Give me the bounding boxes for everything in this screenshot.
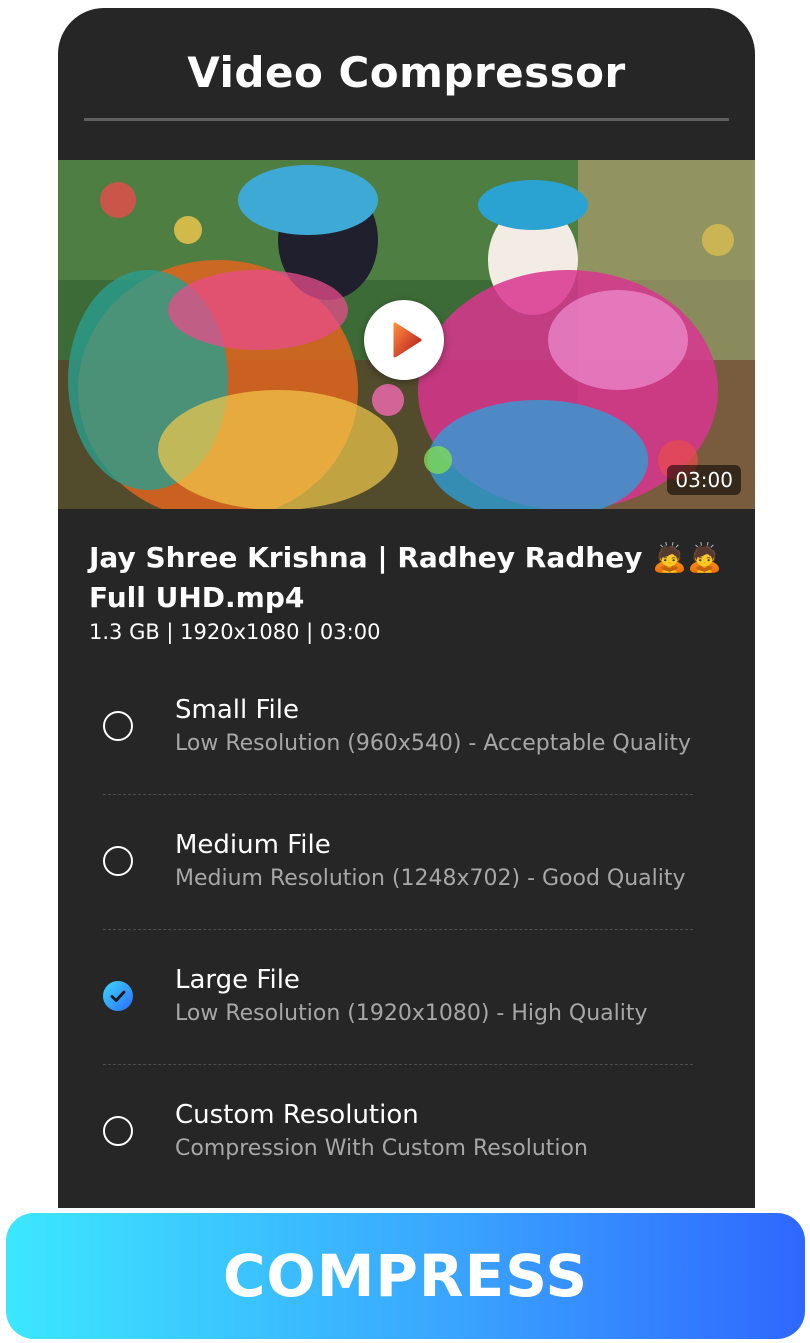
play-icon [393, 322, 422, 358]
compress-button[interactable]: COMPRESS [6, 1213, 805, 1339]
file-meta: 1.3 GB | 1920x1080 | 03:00 [89, 620, 381, 644]
option-medium-file[interactable]: Medium File Medium Resolution (1248x702)… [58, 808, 755, 918]
page-title: Video Compressor [187, 48, 626, 97]
checkmark-icon [110, 990, 126, 1002]
option-subtitle: Low Resolution (1920x1080) - High Qualit… [175, 1001, 648, 1026]
option-title: Medium File [175, 830, 331, 860]
compressor-panel: Video Compressor 03:00 Jay Shree Krishna… [58, 8, 755, 1208]
radio-button-checked[interactable] [103, 981, 133, 1011]
option-divider [103, 794, 693, 795]
option-divider [103, 1064, 693, 1065]
option-title: Large File [175, 965, 300, 995]
option-divider [103, 929, 693, 930]
option-subtitle: Low Resolution (960x540) - Acceptable Qu… [175, 731, 692, 756]
option-small-file[interactable]: Small File Low Resolution (960x540) - Ac… [58, 673, 755, 783]
video-thumbnail[interactable]: 03:00 [58, 160, 755, 509]
option-title: Small File [175, 695, 299, 725]
title-divider [84, 118, 729, 121]
option-subtitle: Compression With Custom Resolution [175, 1136, 588, 1161]
option-custom-resolution[interactable]: Custom Resolution Compression With Custo… [58, 1078, 755, 1188]
file-name: Jay Shree Krishna | Radhey Radhey 🙇🙇 Ful… [89, 541, 722, 614]
radio-button[interactable] [103, 1116, 133, 1146]
radio-button[interactable] [103, 711, 133, 741]
duration-badge: 03:00 [667, 465, 741, 495]
option-subtitle: Medium Resolution (1248x702) - Good Qual… [175, 866, 686, 891]
option-large-file[interactable]: Large File Low Resolution (1920x1080) - … [58, 943, 755, 1053]
radio-button[interactable] [103, 846, 133, 876]
play-button[interactable] [364, 300, 444, 380]
option-title: Custom Resolution [175, 1100, 419, 1130]
